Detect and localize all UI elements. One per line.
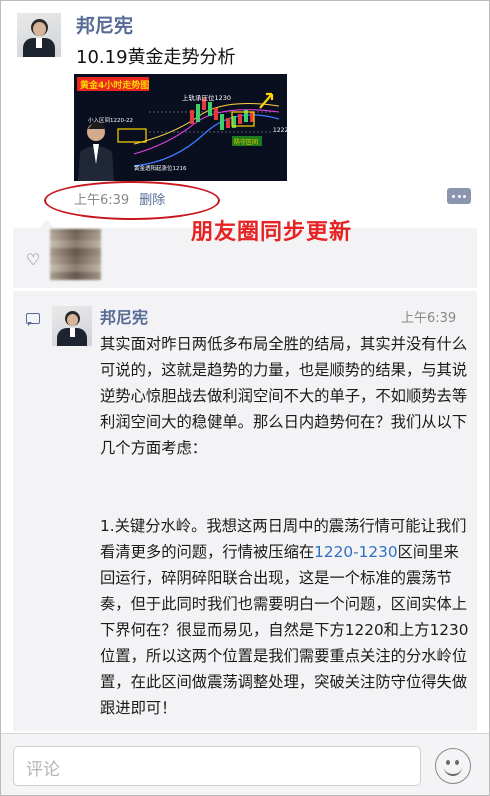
commenter-avatar[interactable] (52, 306, 92, 346)
label-left: 小入区间1220-22 (88, 116, 133, 124)
post-image-gold-chart[interactable]: 黄金4小时走势图 上轨承压位1230 小入区间1220-22 黄金透阳起涨位12… (74, 74, 287, 181)
comment-input-bar: 评论 (1, 733, 489, 795)
comment-input[interactable]: 评论 (13, 746, 421, 786)
comment-dots-icon[interactable] (447, 188, 471, 204)
speech-bubble-icon (26, 313, 40, 326)
label-lower: 黄金透阳起涨位1216 (134, 164, 187, 172)
post-author-name[interactable]: 邦尼宪 (76, 11, 133, 38)
up-arrow (259, 92, 274, 109)
chart-thumbnail-graphic: 黄金4小时走势图 上轨承压位1230 小入区间1220-22 黄金透阳起涨位12… (77, 77, 287, 181)
comment-body: 其实面对昨日两低多布局全胜的结局，其实并没有什么可说的，这就是趋势的力量，也是顺… (100, 331, 472, 721)
moments-post-detail: 邦尼宪 10.19黄金走势分析 黄金4小时走势图 上轨承压位1230 小入区间1… (0, 0, 490, 796)
label-guard: 防守区间 (234, 138, 258, 146)
author-avatar[interactable] (17, 13, 61, 57)
heart-icon: ♡ (26, 250, 41, 269)
comment-paragraph-2-end: 区间里来回运行，碎阴碎阳联合出现，这是一个标准的震荡节奏，但于此同时我们也需要明… (100, 543, 469, 717)
label-upper: 上轨承压位1230 (182, 93, 231, 102)
liker-avatar-blurred[interactable] (50, 229, 101, 280)
range-box-left (117, 128, 147, 143)
annotation-sync-note: 朋友圈同步更新 (191, 220, 353, 245)
comment-paragraph-1: 其实面对昨日两低多布局全胜的结局，其实并没有什么可说的，这就是趋势的力量，也是顺… (100, 335, 468, 457)
price-range-link[interactable]: 1220-1230 (314, 543, 397, 561)
candlesticks (190, 98, 254, 130)
comment-input-placeholder: 评论 (26, 760, 60, 780)
smiley-icon[interactable] (435, 748, 471, 784)
comment-author-name[interactable]: 邦尼宪 (100, 304, 148, 328)
comment-time: 上午6:39 (401, 311, 457, 326)
post-text: 10.19黄金走势分析 (76, 47, 236, 68)
chart-title-text: 黄金4小时走势图 (80, 79, 149, 91)
label-right-price: 1222 (273, 127, 287, 134)
